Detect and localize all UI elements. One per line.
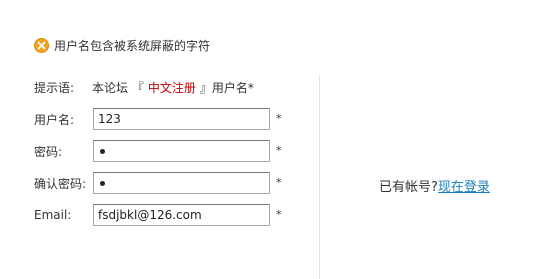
- password-label: 密码:: [34, 144, 63, 159]
- password-mask-dot: [100, 148, 105, 154]
- vertical-divider: [319, 76, 320, 279]
- error-circle-icon: [34, 37, 49, 53]
- email-row: Email:: [34, 204, 92, 226]
- username-label: 用户名:: [34, 112, 75, 127]
- hint-prefix: 本论坛 『: [92, 80, 144, 95]
- username-required-mark: *: [276, 112, 282, 125]
- email-required-mark: *: [276, 208, 282, 221]
- chinese-register-link[interactable]: 中文注册: [148, 79, 196, 96]
- login-prompt: 已有帐号?现在登录: [379, 176, 490, 195]
- email-value: fsdjbkl@126.com: [98, 208, 202, 222]
- username-input[interactable]: 123: [93, 108, 270, 130]
- hint-suffix: 』用户名*: [199, 80, 254, 95]
- hint-row: 提示语: 本论坛 『 中文注册 』用户名*: [34, 76, 254, 98]
- error-text: 用户名包含被系统屏蔽的字符: [54, 38, 211, 53]
- username-value: 123: [98, 112, 121, 126]
- confirm-password-input[interactable]: [93, 172, 270, 194]
- password-input[interactable]: [93, 140, 270, 162]
- email-label: Email:: [34, 208, 72, 222]
- password-required-mark: *: [276, 144, 282, 157]
- confirm-password-row: 确认密码:: [34, 172, 92, 194]
- login-prompt-text: 已有帐号?: [379, 180, 438, 195]
- error-message-bar: 用户名包含被系统屏蔽的字符: [34, 36, 210, 54]
- username-row: 用户名:: [34, 108, 92, 130]
- confirm-password-label: 确认密码:: [34, 176, 87, 191]
- confirm-password-required-mark: *: [276, 176, 282, 189]
- hint-label: 提示语:: [34, 80, 75, 95]
- password-row: 密码:: [34, 140, 92, 162]
- email-input[interactable]: fsdjbkl@126.com: [93, 204, 270, 226]
- login-now-link[interactable]: 现在登录: [438, 180, 490, 195]
- confirm-password-mask-dot: [100, 180, 105, 186]
